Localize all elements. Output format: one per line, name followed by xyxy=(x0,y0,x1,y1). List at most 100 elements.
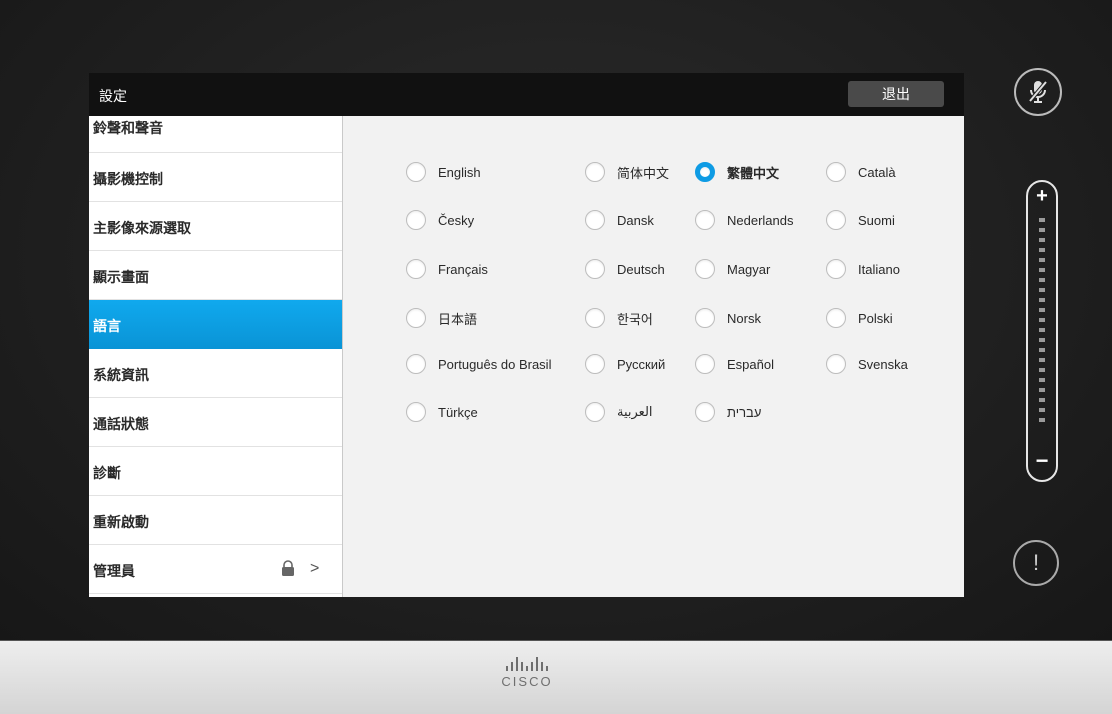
language-label: Česky xyxy=(438,212,475,228)
language-label: עברית xyxy=(727,404,762,420)
language-option-catalan[interactable]: Català xyxy=(826,162,896,182)
language-option-swedish[interactable]: Svenska xyxy=(826,354,908,374)
volume-down-button[interactable]: − xyxy=(1028,448,1056,474)
radio-button[interactable] xyxy=(585,402,605,422)
sidebar-item-camera-control[interactable]: 攝影機控制 xyxy=(89,153,342,202)
radio-button[interactable] xyxy=(585,210,605,230)
sidebar-item-label: 顯示畫面 xyxy=(93,269,149,285)
language-label: Русский xyxy=(617,356,666,372)
radio-button[interactable] xyxy=(406,402,426,422)
language-panel: English 简体中文 繁體中文 Català Česky Dansk Ned… xyxy=(343,116,964,597)
sidebar-item-label: 主影像來源選取 xyxy=(93,220,191,236)
sidebar-item-administrator[interactable]: 管理員 > xyxy=(89,545,342,594)
language-option-hebrew[interactable]: עברית xyxy=(695,402,761,422)
language-option-arabic[interactable]: العربية xyxy=(585,402,653,422)
sidebar-item-label: 診斷 xyxy=(93,465,121,481)
language-label: Español xyxy=(727,356,774,372)
sidebar-item-system-info[interactable]: 系統資訊 xyxy=(89,349,342,398)
radio-button[interactable] xyxy=(406,259,426,279)
radio-button[interactable] xyxy=(406,162,426,182)
language-label: 한국어 xyxy=(617,311,653,327)
language-option-french[interactable]: Français xyxy=(406,259,488,279)
language-label: Dansk xyxy=(617,212,654,228)
sidebar-item-restart[interactable]: 重新啟動 xyxy=(89,496,342,545)
language-label: العربية xyxy=(617,404,653,419)
exit-button[interactable]: 退出 xyxy=(848,81,944,107)
radio-button[interactable] xyxy=(406,308,426,328)
language-option-turkish[interactable]: Türkçe xyxy=(406,402,478,422)
microphone-muted-icon xyxy=(1028,80,1048,103)
volume-slider[interactable]: + − xyxy=(1026,180,1058,482)
language-option-norwegian[interactable]: Norsk xyxy=(695,308,761,328)
language-option-spanish[interactable]: Español xyxy=(695,354,774,374)
language-label: English xyxy=(438,164,481,180)
language-option-polish[interactable]: Polski xyxy=(826,308,893,328)
mute-microphone-button[interactable] xyxy=(1014,68,1062,116)
radio-button[interactable] xyxy=(826,354,846,374)
settings-window: 設定 退出 鈴聲和聲音 攝影機控制 主影像來源選取 顯示畫面 語言 系統資訊 通… xyxy=(89,73,964,597)
radio-button[interactable] xyxy=(826,162,846,182)
language-label: 繁體中文 xyxy=(727,165,780,181)
language-option-hungarian[interactable]: Magyar xyxy=(695,259,770,279)
radio-button[interactable] xyxy=(695,354,715,374)
language-label: Polski xyxy=(858,310,893,326)
sidebar-item-label: 管理員 xyxy=(93,563,135,579)
radio-button[interactable] xyxy=(585,354,605,374)
radio-button[interactable] xyxy=(695,402,715,422)
radio-button[interactable] xyxy=(826,210,846,230)
sidebar-item-label: 通話狀態 xyxy=(93,416,149,432)
sidebar-item-main-source[interactable]: 主影像來源選取 xyxy=(89,202,342,251)
language-option-english[interactable]: English xyxy=(406,162,481,182)
sidebar-item-label: 攝影機控制 xyxy=(93,171,163,187)
radio-button[interactable] xyxy=(826,308,846,328)
sidebar-item-label: 重新啟動 xyxy=(93,514,149,530)
radio-button[interactable] xyxy=(406,354,426,374)
radio-button-selected[interactable] xyxy=(695,162,715,182)
sidebar-item-display[interactable]: 顯示畫面 xyxy=(89,251,342,300)
cisco-logo-text: CISCO xyxy=(501,674,553,689)
language-option-portuguese-brazil[interactable]: Português do Brasil xyxy=(406,354,551,374)
language-option-korean[interactable]: 한국어 xyxy=(585,308,653,328)
language-option-danish[interactable]: Dansk xyxy=(585,210,654,230)
language-option-italian[interactable]: Italiano xyxy=(826,259,900,279)
sidebar-item-label: 語言 xyxy=(93,318,121,334)
language-label: 简体中文 xyxy=(617,165,670,181)
language-option-dutch[interactable]: Nederlands xyxy=(695,210,794,230)
language-option-traditional-chinese[interactable]: 繁體中文 xyxy=(695,162,779,182)
radio-button[interactable] xyxy=(695,259,715,279)
cisco-logo-bars xyxy=(492,657,562,671)
language-label: 日本語 xyxy=(438,311,478,327)
radio-button[interactable] xyxy=(406,210,426,230)
sidebar-item-ringtones[interactable]: 鈴聲和聲音 xyxy=(89,116,342,153)
radio-button[interactable] xyxy=(585,308,605,328)
language-option-japanese[interactable]: 日本語 xyxy=(406,308,477,328)
language-label: Türkçe xyxy=(438,404,478,420)
language-option-german[interactable]: Deutsch xyxy=(585,259,665,279)
radio-button[interactable] xyxy=(826,259,846,279)
cisco-logo: CISCO xyxy=(492,657,562,689)
chevron-right-icon: > xyxy=(310,560,320,577)
language-label: Svenska xyxy=(858,356,908,372)
language-label: Norsk xyxy=(727,310,761,326)
settings-sidebar: 鈴聲和聲音 攝影機控制 主影像來源選取 顯示畫面 語言 系統資訊 通話狀態 診斷… xyxy=(89,116,343,597)
language-label: Français xyxy=(438,261,488,277)
language-option-czech[interactable]: Česky xyxy=(406,210,474,230)
sidebar-item-call-status[interactable]: 通話狀態 xyxy=(89,398,342,447)
sidebar-item-diagnostics[interactable]: 診斷 xyxy=(89,447,342,496)
volume-up-button[interactable]: + xyxy=(1028,185,1056,208)
language-label: Nederlands xyxy=(727,212,794,228)
radio-button[interactable] xyxy=(585,259,605,279)
language-option-simplified-chinese[interactable]: 简体中文 xyxy=(585,162,669,182)
volume-level-ticks xyxy=(1039,218,1045,428)
window-title: 設定 xyxy=(99,88,127,104)
alert-button[interactable]: ! xyxy=(1013,540,1059,586)
language-option-finnish[interactable]: Suomi xyxy=(826,210,895,230)
radio-button[interactable] xyxy=(695,210,715,230)
language-option-russian[interactable]: Русский xyxy=(585,354,665,374)
title-bar: 設定 退出 xyxy=(89,73,964,116)
language-label: Suomi xyxy=(858,212,895,228)
lock-icon xyxy=(282,560,294,576)
sidebar-item-language[interactable]: 語言 xyxy=(89,300,342,349)
radio-button[interactable] xyxy=(695,308,715,328)
radio-button[interactable] xyxy=(585,162,605,182)
